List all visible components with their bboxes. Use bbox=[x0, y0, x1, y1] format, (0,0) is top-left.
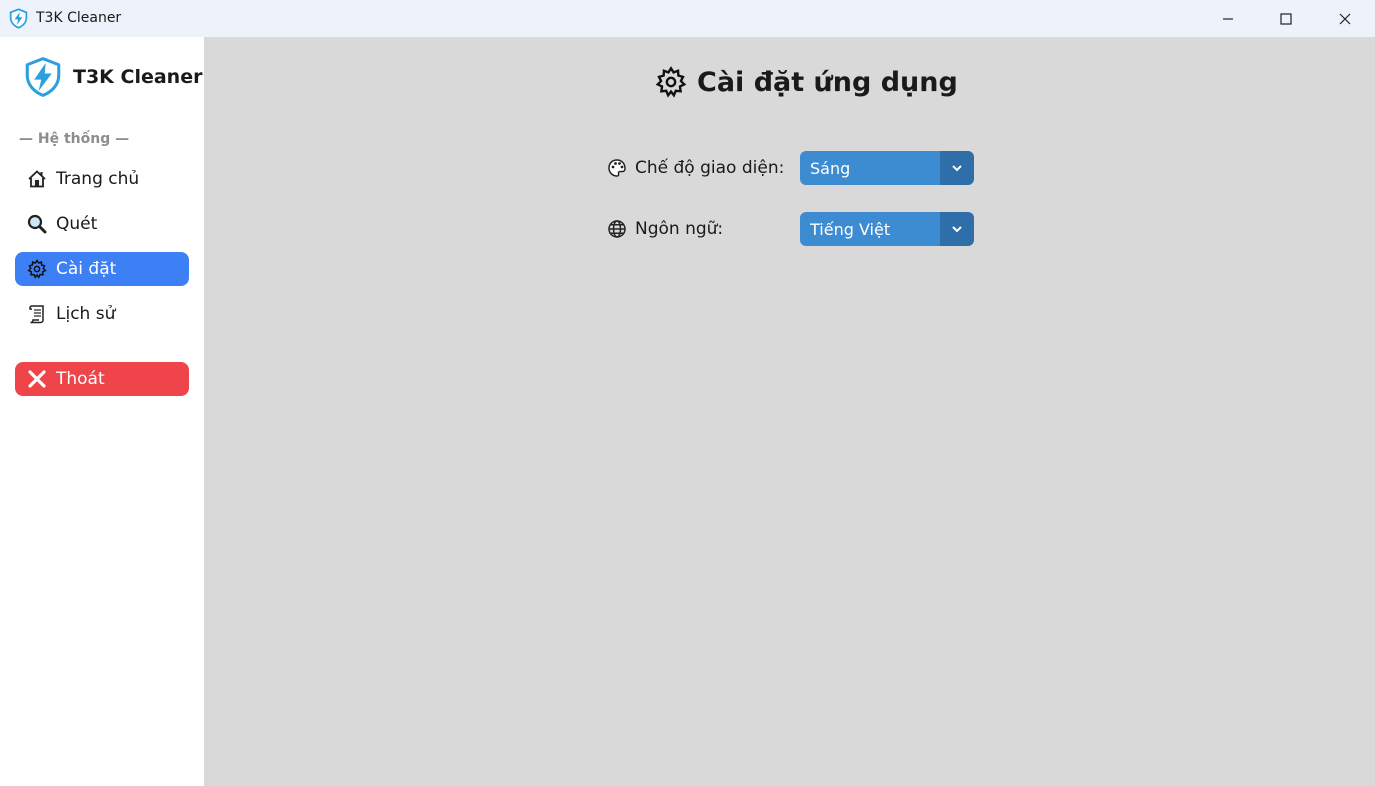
theme-dropdown-button[interactable] bbox=[940, 151, 974, 185]
brand-name: T3K Cleaner bbox=[73, 66, 203, 88]
maximize-icon bbox=[1280, 12, 1292, 25]
chevron-down-icon bbox=[952, 165, 962, 172]
language-dropdown-button[interactable] bbox=[940, 212, 974, 246]
close-icon bbox=[1339, 13, 1351, 24]
title-bar: T3K Cleaner bbox=[0, 0, 1375, 37]
sidebar-item-history[interactable]: Lịch sử bbox=[15, 297, 189, 331]
page-title-text: Cài đặt ứng dụng bbox=[697, 66, 958, 98]
language-label: Ngôn ngữ: bbox=[635, 219, 724, 239]
x-mark-icon bbox=[27, 369, 47, 389]
gear-icon bbox=[655, 66, 687, 98]
sidebar-item-label: Quét bbox=[56, 214, 98, 234]
maximize-button[interactable] bbox=[1257, 0, 1315, 37]
exit-button[interactable]: Thoát bbox=[15, 362, 189, 396]
scroll-icon bbox=[27, 304, 47, 324]
section-label: — Hệ thống — bbox=[19, 131, 130, 147]
theme-select[interactable]: Sáng bbox=[800, 151, 974, 185]
gear-icon bbox=[27, 259, 47, 279]
palette-icon bbox=[608, 159, 626, 177]
theme-select-value: Sáng bbox=[800, 151, 940, 185]
sidebar-item-settings[interactable]: Cài đặt bbox=[15, 252, 189, 286]
main-panel: Cài đặt ứng dụng Chế độ giao diện: Sáng … bbox=[204, 37, 1375, 786]
sidebar-item-label: Cài đặt bbox=[56, 259, 117, 279]
globe-icon bbox=[608, 220, 626, 238]
sidebar: T3K Cleaner — Hệ thống — Trang chủ Quét … bbox=[0, 37, 204, 786]
window-title: T3K Cleaner bbox=[36, 10, 122, 26]
shield-lightning-logo-icon bbox=[25, 57, 61, 97]
sidebar-item-home[interactable]: Trang chủ bbox=[15, 162, 189, 196]
theme-setting-row: Chế độ giao diện: bbox=[607, 158, 784, 178]
minimize-button[interactable] bbox=[1199, 0, 1257, 37]
language-select-value: Tiếng Việt bbox=[800, 212, 940, 246]
exit-label: Thoát bbox=[56, 369, 105, 389]
shield-lightning-icon bbox=[9, 8, 28, 29]
chevron-down-icon bbox=[952, 226, 962, 233]
theme-label: Chế độ giao diện: bbox=[635, 158, 785, 178]
close-button[interactable] bbox=[1316, 0, 1374, 37]
minimize-icon bbox=[1223, 17, 1233, 20]
brand: T3K Cleaner bbox=[22, 56, 202, 98]
sidebar-item-scan[interactable]: Quét bbox=[15, 207, 189, 241]
language-select[interactable]: Tiếng Việt bbox=[800, 212, 974, 246]
home-icon bbox=[27, 169, 47, 189]
magnifier-icon bbox=[27, 214, 47, 234]
page-title: Cài đặt ứng dụng bbox=[655, 66, 958, 98]
sidebar-item-label: Lịch sử bbox=[56, 304, 116, 324]
language-setting-row: Ngôn ngữ: bbox=[607, 219, 723, 239]
sidebar-item-label: Trang chủ bbox=[56, 169, 140, 189]
